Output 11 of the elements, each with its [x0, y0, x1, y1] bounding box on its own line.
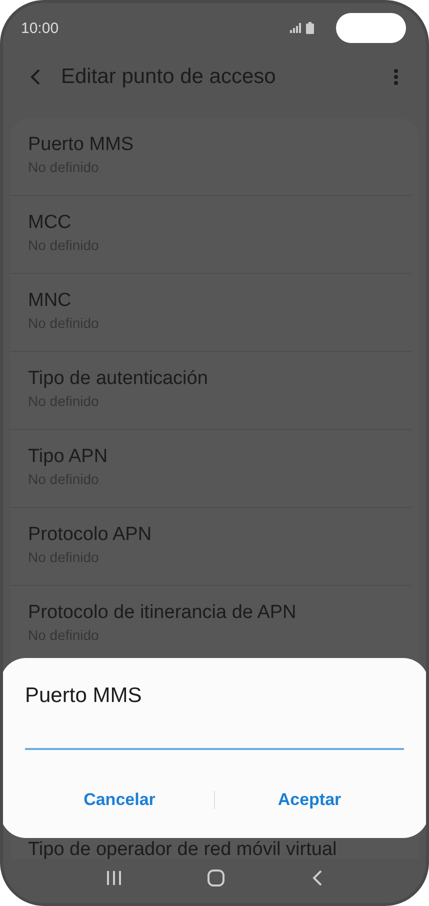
back-nav-icon[interactable]: [311, 869, 324, 887]
home-icon[interactable]: [207, 869, 226, 887]
page-title: Editar punto de acceso: [61, 65, 277, 89]
camera-cutout: [336, 13, 406, 43]
battery-icon: [306, 22, 314, 34]
recent-apps-icon[interactable]: [106, 870, 122, 886]
dialog-button[interactable]: Aceptar: [215, 784, 404, 816]
dialog-button[interactable]: Cancelar: [25, 784, 214, 816]
status-time: 10:00: [21, 20, 60, 36]
signal-icon: [290, 23, 302, 33]
dialog-title: Puerto MMS: [25, 684, 143, 708]
